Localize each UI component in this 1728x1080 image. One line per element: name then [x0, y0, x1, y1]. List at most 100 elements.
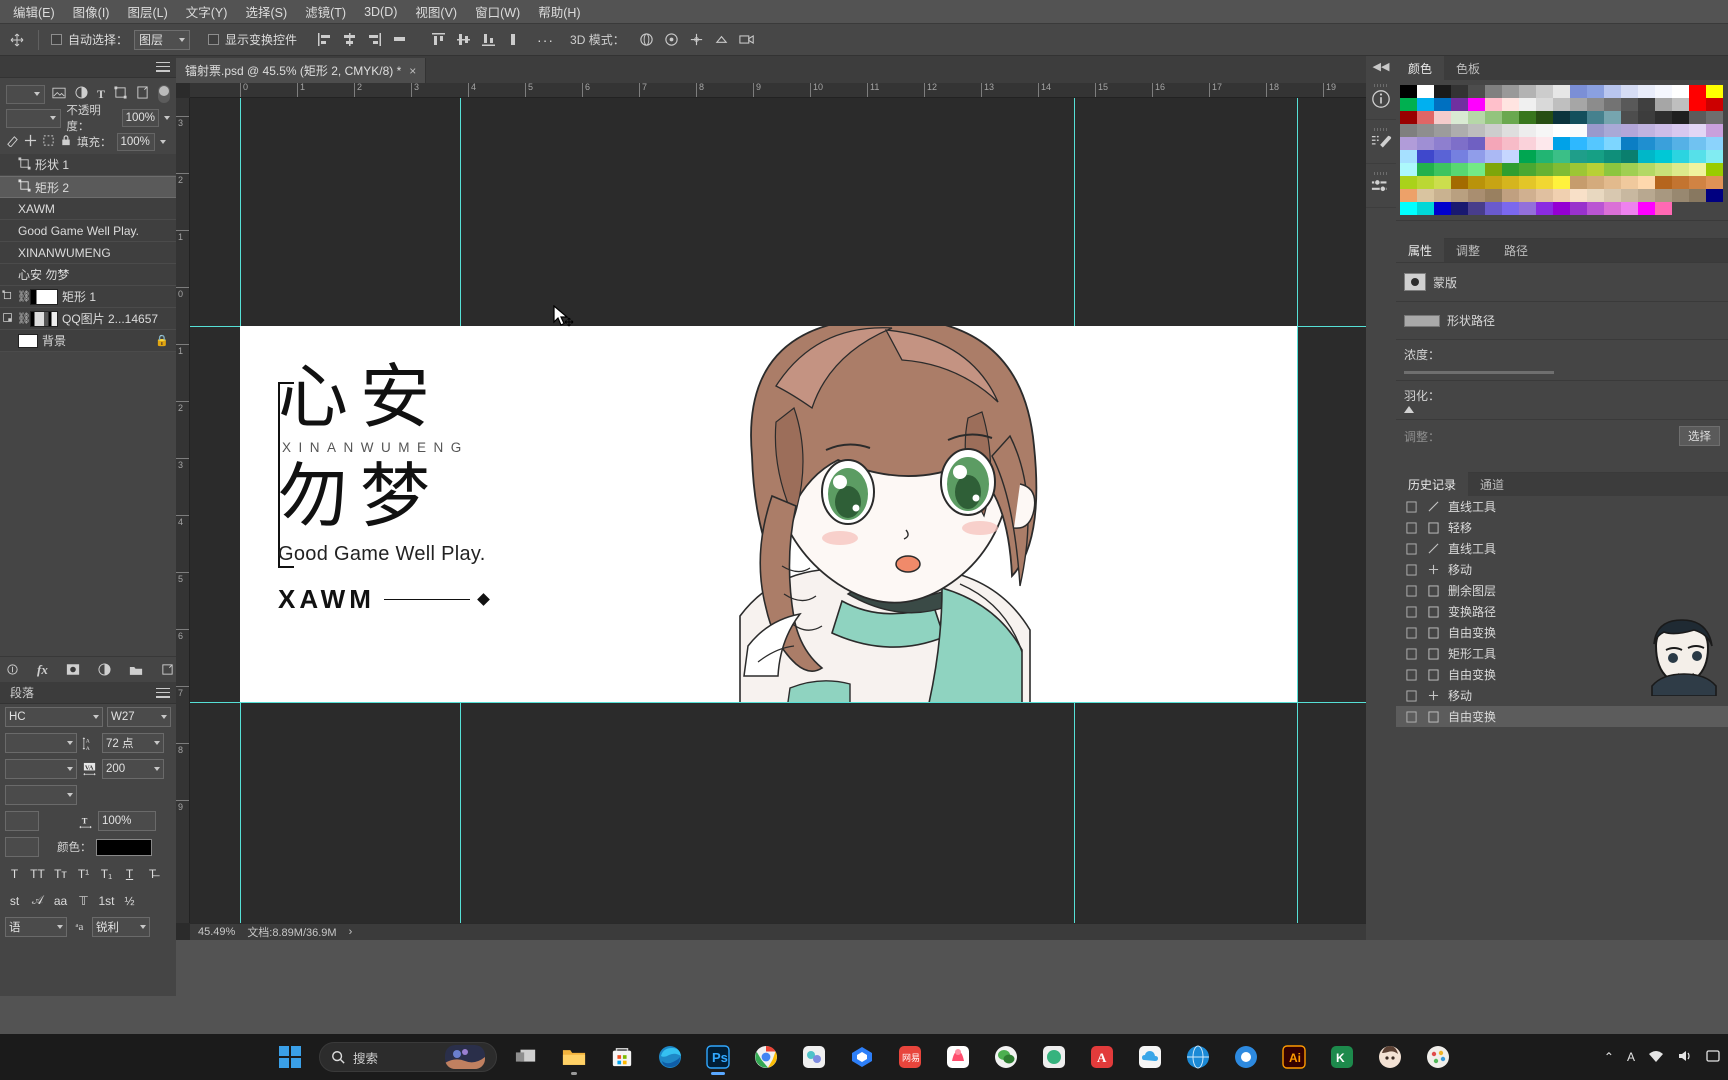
color-swatch[interactable]	[1485, 176, 1502, 189]
color-swatch[interactable]	[1621, 124, 1638, 137]
color-swatch[interactable]	[1655, 111, 1672, 124]
color-swatch[interactable]	[1655, 150, 1672, 163]
layer-row-qq-image[interactable]: ⛓ QQ图片 2...14657	[0, 308, 176, 330]
color-swatch[interactable]	[1417, 137, 1434, 150]
blend-mode-dropdown[interactable]	[6, 108, 62, 128]
color-swatch[interactable]	[1655, 163, 1672, 176]
color-swatch[interactable]	[1400, 124, 1417, 137]
color-swatch[interactable]	[1502, 150, 1519, 163]
layer-row-ggwp[interactable]: Good Game Well Play.	[0, 220, 176, 242]
rotate-3d-icon[interactable]	[637, 30, 657, 50]
layer-row-xinanwumeng[interactable]: XINANWUMENG	[0, 242, 176, 264]
align-bottom-icon[interactable]	[477, 29, 500, 51]
brush-settings-panel-icon[interactable]	[1366, 164, 1396, 208]
color-swatch[interactable]	[1400, 202, 1417, 215]
menu-item-image[interactable]: 图像(I)	[64, 0, 119, 23]
filter-type-icon[interactable]: T	[97, 87, 105, 102]
feather-slider-knob[interactable]	[1404, 406, 1414, 413]
color-swatch[interactable]	[1451, 189, 1468, 202]
tray-volume-icon[interactable]	[1677, 1049, 1693, 1066]
tab-channels[interactable]: 通道	[1468, 472, 1516, 496]
layer-row-xinan-wumeng-cn[interactable]: 心安 勿梦	[0, 264, 176, 286]
color-swatch[interactable]	[1434, 150, 1451, 163]
baseline-shift-field[interactable]	[5, 811, 39, 831]
color-swatch[interactable]	[1638, 150, 1655, 163]
new-layer-icon[interactable]	[161, 663, 174, 676]
align-center-horizontal-icon[interactable]	[338, 29, 361, 51]
color-swatch[interactable]	[1502, 137, 1519, 150]
collapse-panels-icon[interactable]: ◀◀	[1366, 56, 1396, 76]
history-item[interactable]: 自由变换	[1396, 706, 1728, 727]
color-swatch[interactable]	[1485, 150, 1502, 163]
layer-row-rect-2[interactable]: 矩形 2	[0, 176, 176, 198]
color-swatch[interactable]	[1689, 163, 1706, 176]
superscript-button[interactable]: T¹	[74, 864, 93, 883]
anti-alias-dropdown[interactable]: 锐利	[92, 917, 150, 937]
avatar-icon[interactable]	[1371, 1038, 1409, 1076]
color-swatch[interactable]	[1706, 163, 1723, 176]
color-swatch[interactable]	[1485, 98, 1502, 111]
color-swatch[interactable]	[1689, 111, 1706, 124]
task-view-icon[interactable]	[507, 1038, 545, 1076]
ordinals-button[interactable]: 1st	[97, 891, 116, 910]
color-swatch[interactable]	[1587, 98, 1604, 111]
vertical-scale-dropdown[interactable]	[5, 785, 77, 805]
link-icon[interactable]: ⛓	[17, 290, 31, 303]
color-swatch[interactable]	[1536, 176, 1553, 189]
tab-swatches[interactable]: 色板	[1444, 56, 1492, 80]
color-swatch[interactable]	[1604, 85, 1621, 98]
app-cloud-icon[interactable]	[1131, 1038, 1169, 1076]
align-right-icon[interactable]	[363, 29, 386, 51]
color-swatch[interactable]	[1400, 163, 1417, 176]
color-swatch[interactable]	[1468, 111, 1485, 124]
panel-menu-icon[interactable]	[156, 61, 170, 72]
align-middle-icon[interactable]	[452, 29, 475, 51]
color-swatch[interactable]	[1553, 111, 1570, 124]
color-swatch[interactable]	[1519, 202, 1536, 215]
color-swatch[interactable]	[1638, 137, 1655, 150]
color-swatch[interactable]	[1400, 85, 1417, 98]
vertical-ruler[interactable]: 3 2 1 0 1 2 3 4 5 6 7 8 9	[176, 98, 190, 923]
history-item[interactable]: 轻移	[1396, 517, 1728, 538]
standard-ligatures-button[interactable]: st	[5, 891, 24, 910]
brush-presets-panel-icon[interactable]	[1366, 120, 1396, 164]
new-group-icon[interactable]	[129, 664, 143, 676]
font-size-dropdown-left[interactable]	[5, 733, 77, 753]
color-swatch[interactable]	[1587, 124, 1604, 137]
color-swatch[interactable]	[1434, 163, 1451, 176]
color-swatch[interactable]	[1689, 189, 1706, 202]
color-swatch[interactable]	[1553, 150, 1570, 163]
color-swatch[interactable]	[1621, 111, 1638, 124]
horizontal-ruler[interactable]: 0 1 2 3 4 5 6 7 8 9 10 11 12 13 14 15 16 17 18 19	[190, 83, 1536, 98]
color-swatch[interactable]	[1638, 85, 1655, 98]
color-swatch[interactable]	[1434, 202, 1451, 215]
color-swatch[interactable]	[1706, 189, 1723, 202]
color-swatch[interactable]	[1621, 85, 1638, 98]
color-swatch[interactable]	[1502, 124, 1519, 137]
color-swatch[interactable]	[1655, 189, 1672, 202]
color-swatch[interactable]	[1604, 189, 1621, 202]
all-caps-button[interactable]: TT	[28, 864, 47, 883]
tray-language-icon[interactable]: A	[1627, 1050, 1635, 1064]
pan-3d-icon[interactable]	[687, 30, 707, 50]
color-swatch[interactable]	[1672, 111, 1689, 124]
align-top-icon[interactable]	[427, 29, 450, 51]
edge-icon[interactable]	[651, 1038, 689, 1076]
tray-network-icon[interactable]	[1648, 1049, 1664, 1066]
file-explorer-icon[interactable]	[555, 1038, 593, 1076]
filter-shape-icon[interactable]	[114, 86, 127, 102]
color-swatch[interactable]	[1604, 163, 1621, 176]
menu-item-window[interactable]: 窗口(W)	[466, 0, 529, 23]
color-swatch[interactable]	[1485, 124, 1502, 137]
color-swatch[interactable]	[1655, 98, 1672, 111]
app-globe-icon[interactable]	[1179, 1038, 1217, 1076]
layer-row-shape-1[interactable]: 形状 1	[0, 154, 176, 176]
color-swatch[interactable]	[1570, 202, 1587, 215]
color-swatch[interactable]	[1536, 189, 1553, 202]
fill-chevron-icon[interactable]	[159, 140, 166, 144]
lock-all-icon[interactable]	[60, 134, 72, 150]
color-swatch[interactable]	[1689, 124, 1706, 137]
color-swatch[interactable]	[1570, 163, 1587, 176]
color-swatch[interactable]	[1604, 202, 1621, 215]
color-swatch[interactable]	[1587, 111, 1604, 124]
